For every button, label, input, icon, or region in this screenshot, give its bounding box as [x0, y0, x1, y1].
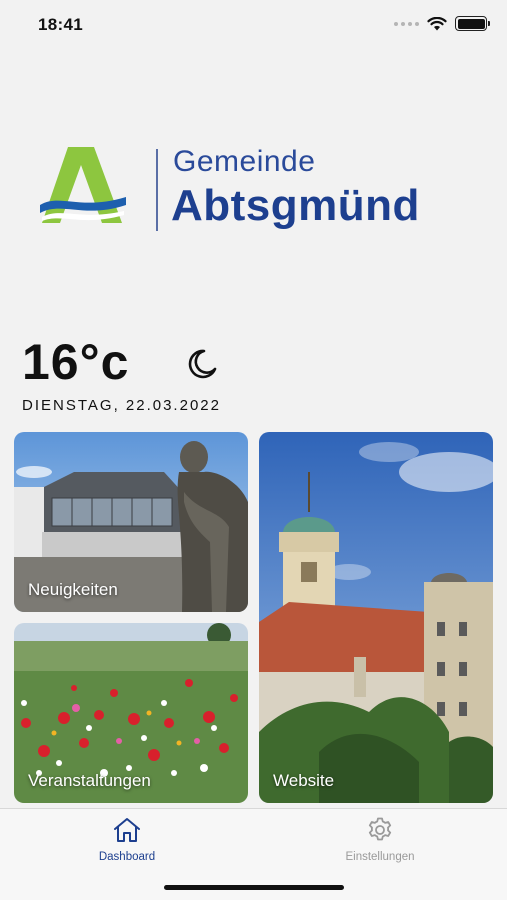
home-indicator[interactable] — [164, 885, 344, 890]
moon-icon — [188, 349, 217, 379]
status-time: 18:41 — [38, 15, 83, 34]
battery-icon — [455, 16, 490, 31]
website-tile[interactable]: Website — [259, 432, 493, 803]
logo-title-line2: Abtsgmünd — [171, 181, 420, 230]
logo-divider — [156, 149, 158, 231]
events-tile-label: Veranstaltungen — [28, 771, 151, 790]
logo-a-icon — [40, 147, 126, 223]
tab-dashboard[interactable]: Dashboard — [57, 817, 197, 863]
news-tile-label: Neuigkeiten — [28, 580, 118, 599]
tab-settings-label: Einstellungen — [345, 851, 415, 863]
home-icon — [114, 818, 140, 842]
logo-title-line1: Gemeinde — [173, 145, 316, 178]
signal-icon — [394, 21, 419, 26]
current-date: DIENSTAG, 22.03.2022 — [22, 397, 221, 414]
events-tile[interactable]: Veranstaltungen — [14, 623, 248, 803]
temperature: 16°c — [22, 334, 130, 390]
weather-widget: 16°c — [22, 333, 217, 391]
status-icons — [394, 16, 490, 31]
tab-settings[interactable]: Einstellungen — [310, 817, 450, 863]
website-tile-image — [259, 432, 493, 803]
wifi-icon — [427, 16, 447, 30]
status-bar: 18:41 — [0, 0, 507, 50]
gear-icon — [368, 817, 392, 841]
municipality-logo: Gemeinde Abtsgmünd — [40, 145, 470, 235]
tab-dashboard-label: Dashboard — [98, 851, 156, 863]
website-tile-label: Website — [273, 771, 335, 790]
news-tile[interactable]: Neuigkeiten — [14, 432, 248, 612]
